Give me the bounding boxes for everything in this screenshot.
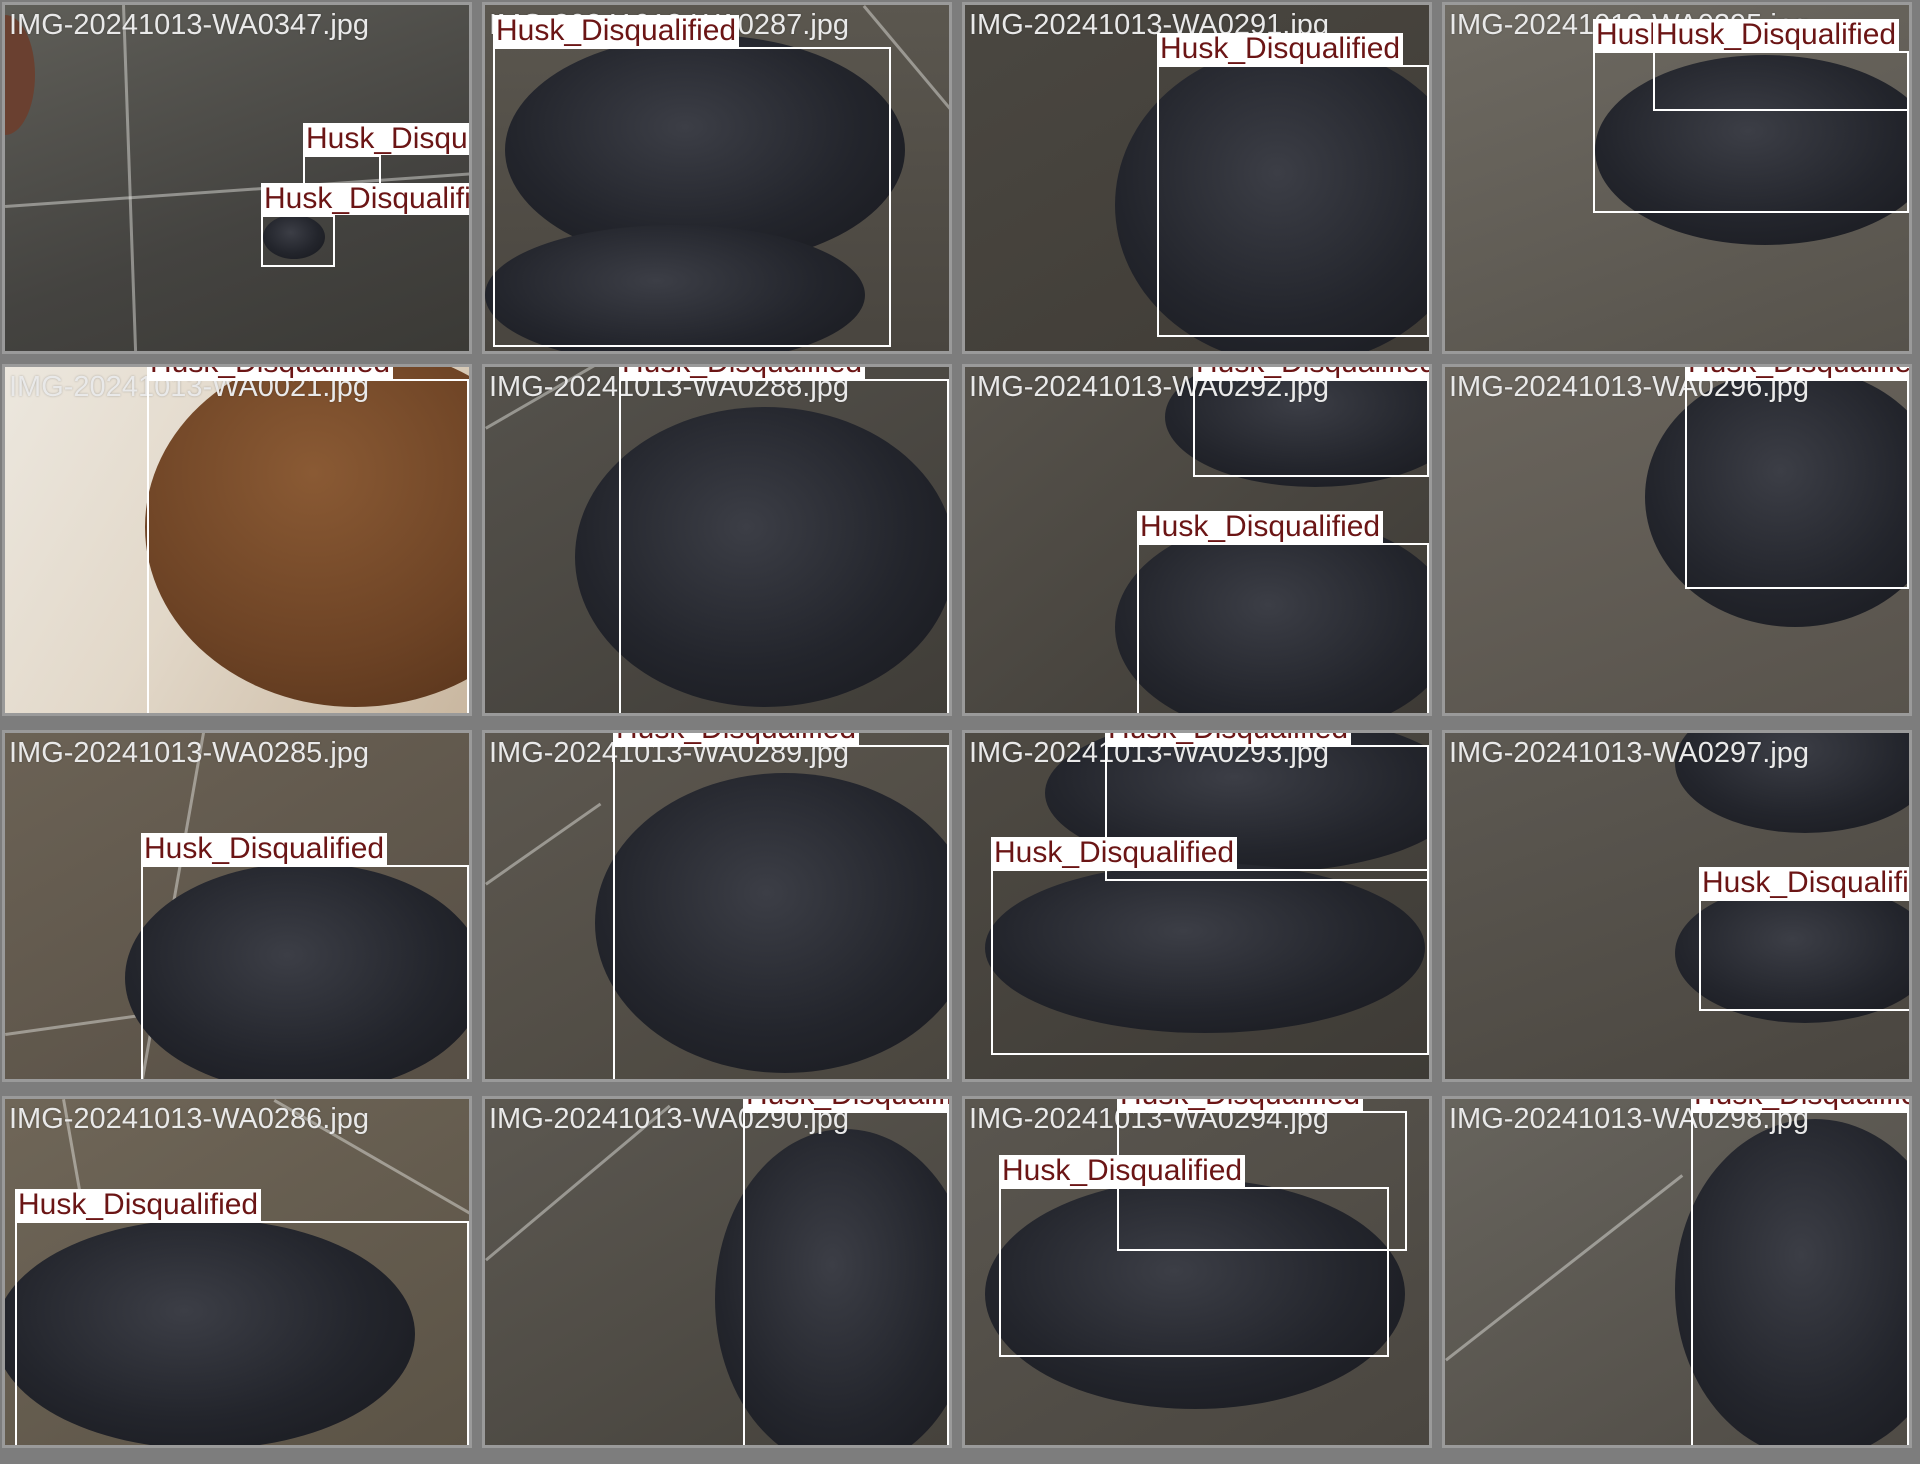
detection-box: Husk_Disqualified [141,833,469,1079]
image-tile: IMG-20241013-WA0287.jpg Husk_Disqualifie… [482,2,952,354]
filename-label: IMG-20241013-WA0286.jpg [9,1103,370,1135]
class-label: Husk_Disqualified [1193,367,1429,379]
image-tile: IMG-20241013-WA0292.jpg Husk_Disqualifie… [962,364,1432,716]
image-tile: IMG-20241013-WA0347.jpg Husk_Disqualifie… [2,2,472,354]
detection-box: Husk_Disqualified [1699,867,1909,1011]
class-label: Husk_Disqualified [147,367,394,379]
class-label: Husk_Disqualified [1157,33,1404,65]
image-tile: IMG-20241013-WA0296.jpg Husk_Disqualifie… [1442,364,1912,716]
photo [5,5,469,351]
detection-box: Husk_Disqualified [1157,33,1429,337]
image-mosaic: IMG-20241013-WA0347.jpg Husk_Disqualifie… [0,0,1920,1464]
image-tile: IMG-20241013-WA0021.jpg Husk_Disqualifie… [2,364,472,716]
filename-label: IMG-20241013-WA0297.jpg [1449,737,1810,769]
image-tile: IMG-20241013-WA0286.jpg Husk_Disqualifie… [2,1096,472,1448]
image-tile: IMG-20241013-WA0294.jpg Husk_Disqualifie… [962,1096,1432,1448]
image-tile: IMG-20241013-WA0289.jpg Husk_Disqualifie… [482,730,952,1082]
class-label: Husk_Disqualified [261,183,469,215]
class-label: Husk_Disqualified [1699,867,1909,899]
filename-label: IMG-20241013-WA0347.jpg [9,9,370,41]
detection-box: Husk_Disqualified [1653,19,1909,111]
detection-box: Husk_Disqualified [15,1189,469,1445]
class-label: Husk_Disqualified [619,367,866,379]
image-tile: IMG-20241013-WA0293.jpg Husk_Disqualifie… [962,730,1432,1082]
class-label: Husk_Disqualified [999,1155,1246,1187]
class-label: Husk_Disqualified [1137,511,1384,543]
detection-box: Husk_Disqualified [743,1099,949,1445]
class-label: Husk_Disqualified [141,833,388,865]
class-label: Husk_Disqualified [1691,1099,1909,1111]
detection-box: Husk_Disqualified [991,837,1429,1055]
class-label: Husk_Disqualified [743,1099,949,1111]
detection-box: Husk_Disqualified [619,367,949,713]
image-tile: IMG-20241013-WA0297.jpg Husk_Disqualifie… [1442,730,1912,1082]
class-label: Husk_Disqualified [493,15,740,47]
detection-box: Husk_Disqualified [999,1155,1389,1357]
class-label: Husk_Disqualified [303,123,469,155]
class-label: Husk_Disqualified [1105,733,1352,745]
image-tile: IMG-20241013-WA0288.jpg Husk_Disqualifie… [482,364,952,716]
filename-label: IMG-20241013-WA0285.jpg [9,737,370,769]
detection-box: Husk_Disqualified [147,367,469,713]
image-tile: IMG-20241013-WA0295.jpg Husk_Disqualifie… [1442,2,1912,354]
detection-box: Husk_Disqualified [1685,367,1909,589]
class-label: Husk_Disqualified [1117,1099,1364,1111]
detection-box: Husk_Disqualified [1691,1099,1909,1445]
image-tile: IMG-20241013-WA0285.jpg Husk_Disqualifie… [2,730,472,1082]
image-tile: IMG-20241013-WA0290.jpg Husk_Disqualifie… [482,1096,952,1448]
class-label: Husk_Disqualified [1653,19,1900,51]
detection-box: Husk_Disqualified [261,183,469,267]
detection-box: Husk_Disqualified [493,15,891,347]
image-tile: IMG-20241013-WA0298.jpg Husk_Disqualifie… [1442,1096,1912,1448]
detection-box: Husk_Disqualified [1137,511,1429,713]
class-label: Husk_Disqualified [1685,367,1909,379]
image-tile: IMG-20241013-WA0291.jpg Husk_Disqualifie… [962,2,1432,354]
detection-box: Husk_Disqualified [1193,367,1429,477]
class-label: Husk_Disqualified [15,1189,262,1221]
class-label: Husk_Disqualified [991,837,1238,869]
class-label: Husk_Disqualified [613,733,860,745]
detection-box: Husk_Disqualified [613,733,949,1079]
